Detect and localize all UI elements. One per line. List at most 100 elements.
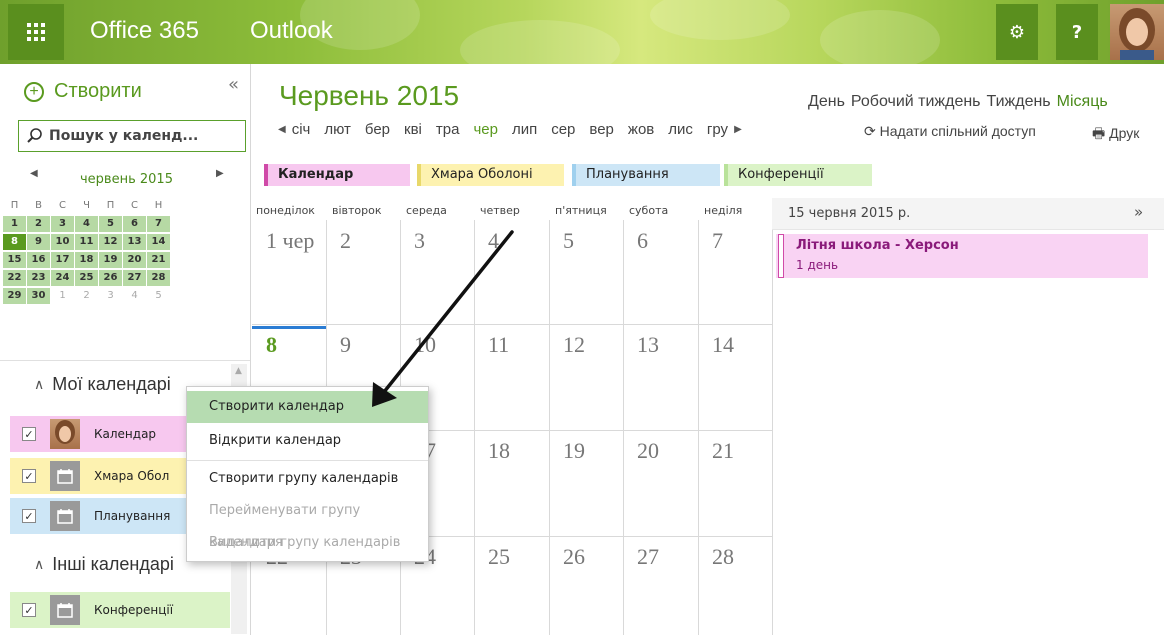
prev-year-arrow-icon[interactable]: ◀: [278, 124, 286, 135]
day-cell[interactable]: 25: [488, 544, 510, 570]
month-link[interactable]: бер: [365, 121, 390, 138]
help-button[interactable]: ?: [1056, 4, 1098, 60]
mini-day[interactable]: 18: [75, 252, 98, 268]
day-cell[interactable]: 27: [637, 544, 659, 570]
day-cell[interactable]: 6: [637, 228, 648, 254]
day-cell[interactable]: 12: [563, 332, 585, 358]
mini-day[interactable]: 20: [123, 252, 146, 268]
mini-day[interactable]: 19: [99, 252, 122, 268]
day-cell[interactable]: 4: [488, 228, 499, 254]
view-day-button[interactable]: День: [808, 93, 845, 111]
user-avatar[interactable]: [1110, 4, 1164, 60]
mini-day[interactable]: 5: [147, 288, 170, 304]
collapse-pane-button[interactable]: «: [228, 74, 239, 95]
my-calendars-header[interactable]: ∧ Мої календарі: [34, 374, 171, 395]
mini-day[interactable]: 24: [51, 270, 74, 286]
day-cell[interactable]: 3: [414, 228, 425, 254]
mini-day[interactable]: 11: [75, 234, 98, 250]
calendar-chip-planning[interactable]: Планування: [572, 164, 720, 186]
day-cell[interactable]: 14: [712, 332, 734, 358]
mini-day[interactable]: 5: [99, 216, 122, 232]
mini-day[interactable]: 14: [147, 234, 170, 250]
mini-day[interactable]: 2: [27, 216, 50, 232]
mini-day[interactable]: 13: [123, 234, 146, 250]
mini-day[interactable]: 7: [147, 216, 170, 232]
month-link[interactable]: лют: [324, 121, 351, 138]
mini-day[interactable]: 29: [3, 288, 26, 304]
day-cell[interactable]: 1 чер: [266, 228, 314, 254]
scroll-up-arrow-icon[interactable]: ▲: [235, 366, 242, 376]
app-launcher-button[interactable]: [8, 4, 64, 60]
month-link[interactable]: вер: [589, 121, 614, 138]
day-cell[interactable]: 19: [563, 438, 585, 464]
month-link[interactable]: кві: [404, 121, 422, 138]
mini-day[interactable]: 22: [3, 270, 26, 286]
create-button[interactable]: + Створити: [24, 80, 142, 103]
day-cell[interactable]: 2: [340, 228, 351, 254]
other-calendars-header[interactable]: ∧ Інші календарі: [34, 554, 174, 575]
month-link[interactable]: січ: [292, 121, 311, 138]
brand-link[interactable]: Office 365: [90, 17, 199, 45]
mini-next-month-button[interactable]: ▶: [216, 168, 224, 179]
mini-day[interactable]: 2: [75, 288, 98, 304]
month-link-current[interactable]: чер: [473, 121, 498, 138]
month-link[interactable]: лип: [512, 121, 537, 138]
share-button[interactable]: ⟳ Надати спільний доступ: [864, 123, 1036, 140]
calendar-checkbox[interactable]: ✓: [22, 603, 36, 617]
mini-day[interactable]: 23: [27, 270, 50, 286]
month-link[interactable]: гру: [707, 121, 728, 138]
calendar-checkbox[interactable]: ✓: [22, 427, 36, 441]
mini-day[interactable]: 9: [27, 234, 50, 250]
mini-day[interactable]: 25: [75, 270, 98, 286]
app-name[interactable]: Outlook: [250, 17, 333, 45]
calendar-search-input[interactable]: Пошук у календ...: [18, 120, 246, 152]
month-link[interactable]: тра: [436, 121, 460, 138]
mini-day[interactable]: 4: [123, 288, 146, 304]
mini-day[interactable]: 3: [51, 216, 74, 232]
mini-day[interactable]: 1: [3, 216, 26, 232]
month-link[interactable]: жов: [628, 121, 654, 138]
day-cell[interactable]: 13: [637, 332, 659, 358]
mini-day[interactable]: 17: [51, 252, 74, 268]
mini-day[interactable]: 27: [123, 270, 146, 286]
mini-day[interactable]: 4: [75, 216, 98, 232]
event-item[interactable]: Літня школа - Херсон 1 день: [776, 234, 1148, 278]
mini-prev-month-button[interactable]: ◀: [30, 168, 38, 179]
calendar-item-conferences[interactable]: ✓ Конференції: [10, 592, 230, 628]
day-cell[interactable]: 11: [488, 332, 509, 358]
settings-button[interactable]: ⚙: [996, 4, 1038, 60]
view-workweek-button[interactable]: Робочий тиждень: [851, 93, 981, 111]
mini-day[interactable]: 12: [99, 234, 122, 250]
mini-day[interactable]: 26: [99, 270, 122, 286]
next-year-arrow-icon[interactable]: ▶: [734, 124, 742, 135]
calendar-chip-conferences[interactable]: Конференції: [724, 164, 872, 186]
print-button[interactable]: 🖶 Друк: [1092, 123, 1139, 147]
day-cell[interactable]: 18: [488, 438, 510, 464]
mini-day[interactable]: 6: [123, 216, 146, 232]
calendar-chip-khmara[interactable]: Хмара Оболоні: [417, 164, 564, 186]
agenda-next-button[interactable]: »: [1134, 203, 1143, 221]
day-cell[interactable]: 21: [712, 438, 734, 464]
day-cell[interactable]: 26: [563, 544, 585, 570]
mini-day[interactable]: 8: [3, 234, 26, 250]
calendar-chip-calendar[interactable]: Календар: [264, 164, 410, 186]
menu-item-open-calendar[interactable]: Відкрити календар: [187, 425, 428, 457]
mini-day[interactable]: 28: [147, 270, 170, 286]
menu-item-create-group[interactable]: Створити групу календарів: [187, 463, 428, 495]
mini-day[interactable]: 3: [99, 288, 122, 304]
mini-day[interactable]: 30: [27, 288, 50, 304]
day-cell[interactable]: 7: [712, 228, 723, 254]
day-cell[interactable]: 8: [266, 332, 277, 358]
day-cell[interactable]: 9: [340, 332, 351, 358]
mini-day[interactable]: 21: [147, 252, 170, 268]
day-cell[interactable]: 20: [637, 438, 659, 464]
calendar-checkbox[interactable]: ✓: [22, 469, 36, 483]
view-month-button[interactable]: Місяць: [1057, 93, 1108, 111]
mini-day[interactable]: 16: [27, 252, 50, 268]
day-cell[interactable]: 10: [414, 332, 436, 358]
mini-day[interactable]: 1: [51, 288, 74, 304]
menu-item-create-calendar[interactable]: Створити календар: [187, 391, 428, 423]
view-week-button[interactable]: Тиждень: [987, 93, 1051, 111]
day-cell[interactable]: 28: [712, 544, 734, 570]
month-link[interactable]: сер: [551, 121, 575, 138]
